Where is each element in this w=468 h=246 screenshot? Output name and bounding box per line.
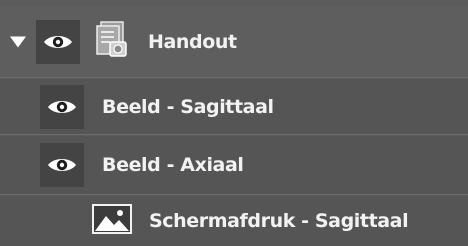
layer-group-label: Handout: [148, 30, 237, 53]
eye-icon: [48, 159, 76, 171]
layer-row-beeld-sagittaal[interactable]: Beeld - Sagittaal: [0, 79, 468, 135]
layers-panel: Handout Beeld - Sagittaal Beeld - Axiaal: [0, 0, 468, 246]
layer-row-schermafdruk-sagittaal[interactable]: Schermafdruk - Sagittaal: [0, 196, 468, 246]
visibility-toggle-handout[interactable]: [36, 19, 80, 64]
layer-label: Schermafdruk - Sagittaal: [149, 210, 409, 232]
layer-label: Beeld - Sagittaal: [102, 95, 274, 118]
visibility-toggle-beeld-sagittaal[interactable]: [40, 84, 84, 129]
eye-icon: [48, 100, 76, 113]
expand-triangle-icon[interactable]: [10, 36, 26, 47]
layer-group-row-handout[interactable]: Handout: [0, 6, 468, 78]
layer-row-beeld-axiaal[interactable]: Beeld - Axiaal: [0, 136, 468, 195]
document-stack-icon: [92, 20, 132, 64]
eye-icon: [44, 35, 72, 48]
image-icon: [92, 204, 132, 238]
visibility-toggle-beeld-axiaal[interactable]: [40, 143, 84, 187]
layer-label: Beeld - Axiaal: [102, 154, 244, 176]
